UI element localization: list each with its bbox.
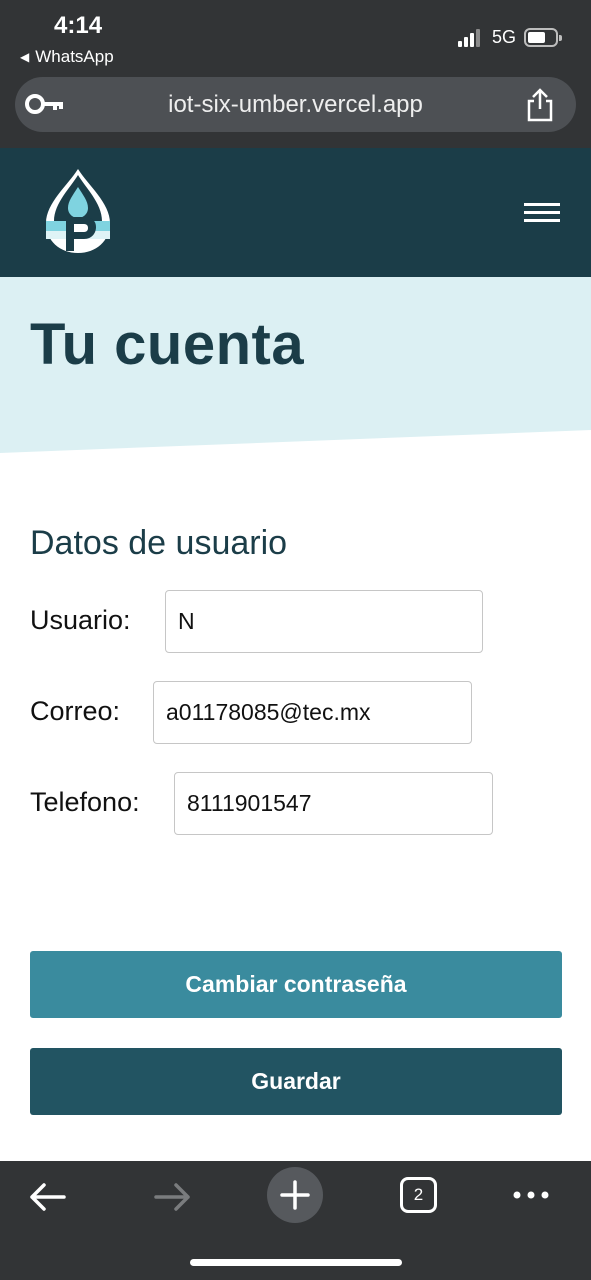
back-app-label: WhatsApp [35, 47, 114, 66]
change-password-button[interactable]: Cambiar contraseña [30, 951, 562, 1018]
tabs-count-button[interactable]: 2 [400, 1177, 437, 1213]
forward-arrow-icon[interactable] [144, 1169, 200, 1225]
network-type: 5G [492, 27, 517, 47]
hamburger-menu-icon[interactable] [514, 193, 570, 231]
battery-icon [524, 28, 562, 47]
status-time: 4:14 [54, 12, 103, 39]
back-to-app-link[interactable]: ◀ WhatsApp [20, 47, 114, 67]
hero-banner: Tu cuenta [0, 277, 591, 453]
correo-label: Correo: [30, 696, 121, 726]
more-options-icon[interactable] [503, 1169, 559, 1225]
usuario-input[interactable] [165, 590, 483, 653]
new-tab-button[interactable] [267, 1167, 323, 1223]
url-text: iot-six-umber.vercel.app [168, 91, 423, 118]
site-header [0, 148, 591, 277]
correo-input[interactable] [153, 681, 472, 744]
browser-top-chrome: 4:14 ◀ WhatsApp 5G iot-six-umber.vercel.a… [0, 0, 591, 148]
usuario-label: Usuario: [30, 605, 131, 635]
water-drop-logo-icon[interactable] [38, 165, 118, 257]
telefono-input[interactable] [174, 772, 493, 835]
back-arrow-icon[interactable] [20, 1169, 76, 1225]
url-bar[interactable]: iot-six-umber.vercel.app [15, 77, 576, 132]
back-triangle-icon: ◀ [20, 50, 30, 64]
cellular-signal-icon [458, 29, 484, 47]
telefono-label: Telefono: [30, 787, 140, 817]
share-icon[interactable] [523, 87, 557, 123]
save-button[interactable]: Guardar [30, 1048, 562, 1115]
home-indicator[interactable] [190, 1259, 402, 1266]
plus-icon [280, 1180, 310, 1210]
page-title: Tu cuenta [30, 312, 305, 377]
section-title: Datos de usuario [30, 524, 288, 562]
